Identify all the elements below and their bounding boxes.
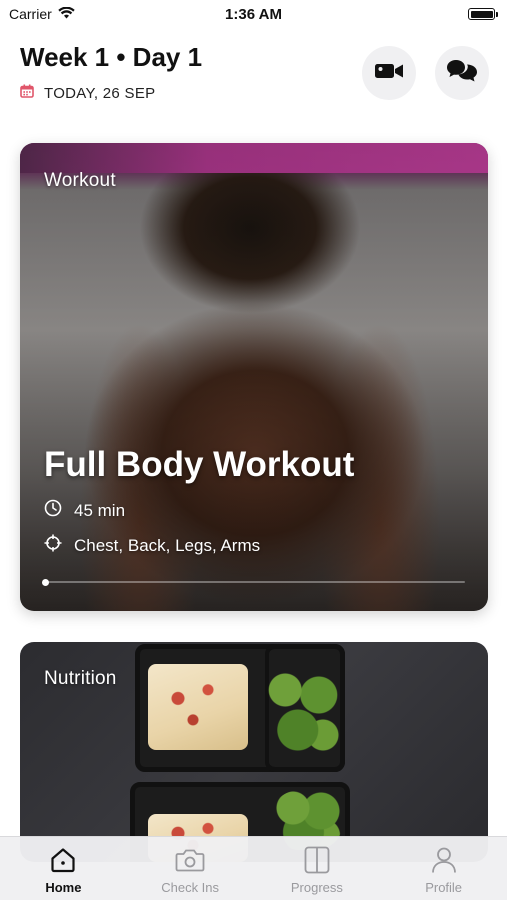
tab-bar: Home Check Ins Progress Profile bbox=[0, 836, 507, 900]
workout-card[interactable]: Workout Full Body Workout 45 min Chest, … bbox=[20, 143, 488, 611]
messages-button[interactable] bbox=[435, 46, 489, 100]
clock-icon bbox=[44, 499, 62, 522]
tab-profile-label: Profile bbox=[425, 880, 463, 895]
video-call-button[interactable] bbox=[362, 46, 416, 100]
home-icon bbox=[48, 845, 78, 875]
tab-check-ins[interactable]: Check Ins bbox=[127, 837, 254, 900]
workout-progress-handle[interactable] bbox=[41, 578, 49, 586]
date-row: TODAY, 26 SEP bbox=[20, 84, 155, 102]
video-camera-icon bbox=[374, 61, 404, 86]
focus-label: Chest, Back, Legs, Arms bbox=[74, 535, 261, 555]
status-bar: Carrier 1:36 AM bbox=[0, 0, 507, 28]
calendar-icon bbox=[20, 84, 34, 102]
person-icon bbox=[429, 845, 459, 875]
date-label: TODAY, 26 SEP bbox=[44, 84, 156, 102]
crosshair-icon bbox=[44, 534, 62, 557]
workout-duration: 45 min bbox=[44, 499, 125, 522]
workout-card-label: Workout bbox=[44, 170, 116, 191]
workout-title: Full Body Workout bbox=[44, 445, 355, 484]
tab-profile[interactable]: Profile bbox=[380, 837, 507, 900]
tab-check-ins-label: Check Ins bbox=[161, 880, 220, 895]
meal-omelet bbox=[148, 664, 248, 750]
tab-progress[interactable]: Progress bbox=[254, 837, 381, 900]
nutrition-card-label: Nutrition bbox=[44, 668, 117, 689]
nutrition-card[interactable]: Nutrition bbox=[20, 642, 488, 862]
status-time: 1:36 AM bbox=[225, 6, 282, 23]
meal-broccoli bbox=[260, 660, 344, 760]
tab-progress-label: Progress bbox=[290, 880, 343, 895]
duration-label: 45 min bbox=[74, 500, 126, 520]
workout-focus: Chest, Back, Legs, Arms bbox=[44, 534, 260, 557]
workout-progress-track[interactable] bbox=[41, 578, 465, 586]
tab-home-label: Home bbox=[45, 880, 82, 895]
page-title: Week 1 • Day 1 bbox=[20, 42, 203, 72]
chat-bubbles-icon bbox=[446, 58, 478, 89]
camera-icon bbox=[175, 845, 205, 875]
battery-icon bbox=[468, 8, 498, 20]
compare-icon bbox=[302, 845, 332, 875]
tab-home[interactable]: Home bbox=[0, 837, 127, 900]
